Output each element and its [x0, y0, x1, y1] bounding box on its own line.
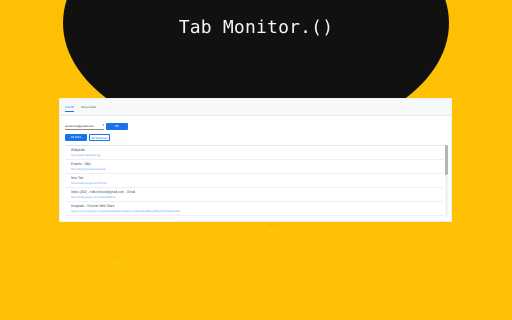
list-item-url[interactable]: https://www.google.com/?hl=en — [71, 182, 107, 185]
list-item[interactable]: Inbox (282) - editor.inbox@gmail.com - G… — [65, 188, 444, 202]
tab-list: Wikipedia https://www.wikipedia.org/ Exp… — [65, 145, 449, 218]
list-item[interactable]: New Tab https://www.google.com/?hl=en — [65, 174, 444, 188]
vertical-scrollbar[interactable] — [445, 145, 448, 217]
list-item-title: Wikipedia — [71, 148, 85, 152]
background-note: Preview — [111, 260, 122, 264]
list-item-url[interactable]: https://www.wikipedia.org/ — [71, 154, 101, 157]
page-title: Tab Monitor.() — [178, 17, 334, 38]
list-item-title: Inbox (282) - editor.inbox@gmail.com - G… — [71, 190, 136, 194]
list-item[interactable]: Experts - Bitly https://bitly.com/pages/… — [65, 160, 444, 174]
tab-list-all[interactable]: List All — [65, 104, 74, 112]
extension-window: List All Screenshot someone@gmail.com ▾ … — [59, 98, 452, 222]
scrollbar-thumb[interactable] — [445, 145, 448, 175]
all-tabs-button[interactable]: All Tabs — [65, 134, 87, 141]
tab-screenshot[interactable]: Screenshot — [81, 104, 96, 110]
list-item[interactable]: Unsplash - Chrome Web Store https://chro… — [65, 202, 444, 216]
list-item-title: Unsplash - Chrome Web Store — [71, 204, 115, 208]
list-item-title: Experts - Bitly — [71, 162, 91, 166]
all-windows-button[interactable]: All Windows — [89, 134, 110, 141]
email-select-value: someone@gmail.com — [65, 124, 95, 128]
list-item-url[interactable]: https://bitly.com/pages/experts — [71, 168, 106, 171]
list-item-title: New Tab — [71, 176, 84, 180]
chevron-down-icon: ▾ — [102, 123, 104, 127]
list-item[interactable]: Wikipedia https://www.wikipedia.org/ — [65, 146, 444, 160]
email-select[interactable]: someone@gmail.com ▾ — [65, 123, 104, 130]
background-note: Tab list — [268, 229, 278, 233]
tab-bar: List All Screenshot — [60, 99, 451, 116]
toolbar: someone@gmail.com ▾ OK All Tabs All Wind… — [65, 123, 185, 141]
list-item-url[interactable]: https://mail.google.com/mail/u/0/#inbox — [71, 196, 116, 199]
list-item-url[interactable]: https://chrome.google.com/webstore/detai… — [71, 210, 180, 213]
ok-button[interactable]: OK — [106, 123, 128, 130]
